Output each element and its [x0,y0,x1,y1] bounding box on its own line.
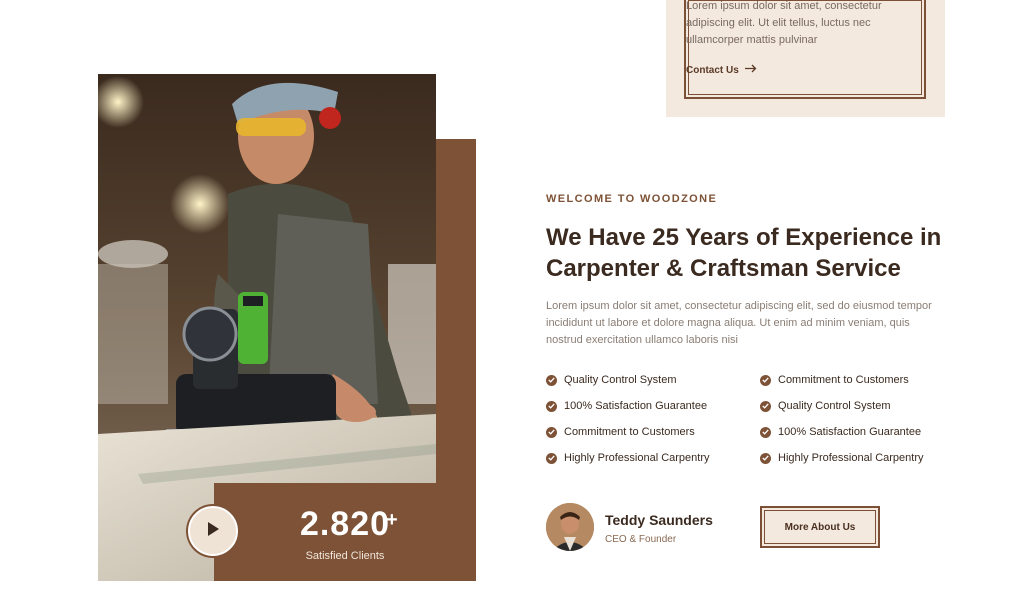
founder-role: CEO & Founder [605,533,677,545]
arrow-right-icon [744,64,757,76]
feature-label: Highly Professional Carpentry [778,452,924,464]
play-icon [206,521,220,542]
play-video-button[interactable] [188,506,238,556]
check-circle-icon [546,452,557,464]
feature-item: Commitment to Customers [546,424,760,440]
check-circle-icon [546,426,557,438]
more-about-us-label: More About Us [784,521,856,533]
section-eyebrow: WELCOME TO WOODZONE [546,193,718,205]
check-circle-icon [760,452,771,464]
section-headline: We Have 25 Years of Experience in Carpen… [546,224,942,282]
feature-label: 100% Satisfaction Guarantee [778,426,922,438]
section-lead: Lorem ipsum dolor sit amet, consectetur … [546,300,932,346]
contact-card-text: Lorem ipsum dolor sit amet, consectetur … [686,0,882,46]
feature-item: Commitment to Customers [760,372,956,388]
contact-us-link[interactable]: Contact Us [686,64,757,76]
avatar [546,503,594,551]
stats-label: Satisfied Clients [305,550,385,562]
feature-label: 100% Satisfaction Guarantee [564,400,708,412]
feature-label: Highly Professional Carpentry [564,452,710,464]
stats-box: 2.820 + Satisfied Clients [214,483,476,581]
contact-card: Lorem ipsum dolor sit amet, consectetur … [666,0,945,117]
feature-item: Quality Control System [546,372,760,388]
feature-item: 100% Satisfaction Guarantee [760,424,956,440]
feature-label: Quality Control System [564,374,677,386]
feature-item: Quality Control System [760,398,956,414]
feature-item: Highly Professional Carpentry [760,450,956,466]
feature-label: Quality Control System [778,400,891,412]
check-circle-icon [760,400,771,412]
feature-item: 100% Satisfaction Guarantee [546,398,760,414]
check-circle-icon [546,374,557,386]
stats-plus: + [386,509,398,531]
contact-us-label: Contact Us [686,64,739,76]
feature-label: Commitment to Customers [778,374,909,386]
feature-list: Quality Control System Commitment to Cus… [546,372,956,466]
check-circle-icon [546,400,557,412]
check-circle-icon [760,374,771,386]
feature-item: Highly Professional Carpentry [546,450,760,466]
founder-card: Teddy Saunders CEO & Founder [546,503,713,551]
check-circle-icon [760,426,771,438]
founder-name: Teddy Saunders [605,511,713,528]
more-about-us-button[interactable]: More About Us [760,506,880,548]
feature-label: Commitment to Customers [564,426,695,438]
stats-number: 2.820 [299,505,391,543]
